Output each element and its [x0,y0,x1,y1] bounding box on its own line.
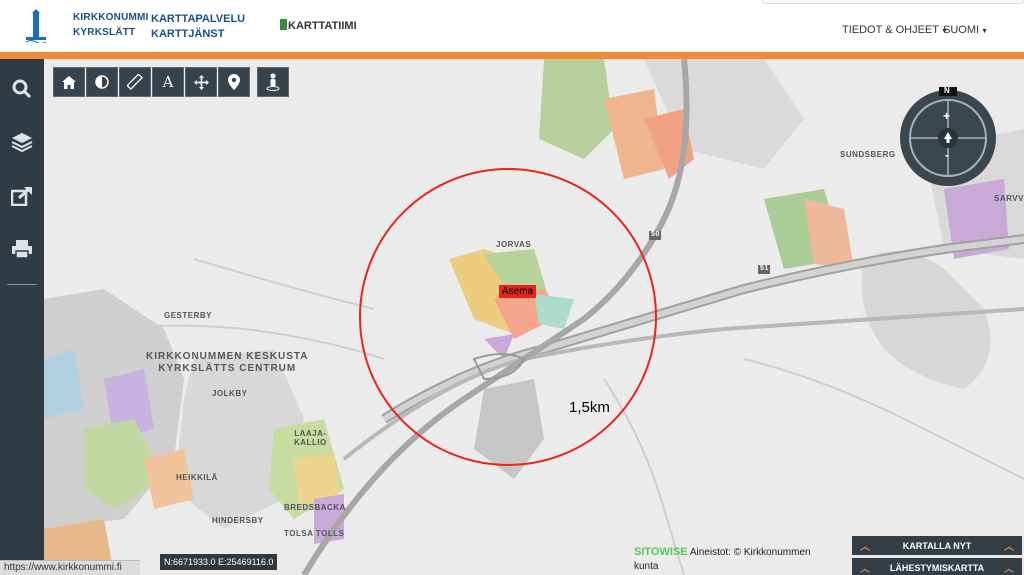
centre-label-sv: KYRKSLÄTTS CENTRUM [158,363,297,374]
place-label-hindersby: HINDERSBY [212,516,264,525]
karttatiimi-logo[interactable]: KARTTATIIMI [280,19,357,32]
chevron-up-icon: ︿ [1004,542,1014,553]
location-button[interactable] [218,67,250,97]
language-menu[interactable]: SUOMI ▼ [943,24,988,36]
place-label-gesterby: GESTERBY [164,311,213,320]
team-label: KARTTATIIMI [288,20,357,32]
place-label-tolsa: TOLSA TOLLS [284,529,345,538]
pan-button[interactable] [185,67,217,97]
place-label-laaja-kallio: LAAJA- KALLIO [294,429,327,447]
layers-icon [11,133,33,152]
road-number-51: 51 [760,265,769,272]
chevron-down-icon: ▼ [981,28,988,35]
header: KIRKKONUMMI KYRKSLÄTT KARTTAPALVELU KART… [0,0,1024,52]
top-scrollbox [762,0,1024,4]
language-menu-label: SUOMI [943,24,980,36]
chevron-up-icon: ︿ [860,542,870,553]
logo-text-fi: KIRKKONUMMI [73,12,149,23]
tower-logo-icon [25,9,47,44]
laaja-line2: KALLIO [294,438,327,447]
print-button[interactable] [7,234,37,264]
zoom-out-button[interactable]: - [945,148,949,162]
search-icon [12,79,32,99]
service-title-fi[interactable]: KARTTAPALVELU [151,13,245,25]
sitowise-logo: SITOWISE [634,546,688,558]
home-icon [62,75,76,89]
logo-text-sv: KYRKSLÄTT [73,27,136,38]
panel-kartalla-nyt[interactable]: ︿ KARTALLA NYT ︿ [852,536,1022,555]
sidebar [0,59,44,575]
search-button[interactable] [7,74,37,104]
status-url: https://www.kirkkonummi.fi [0,560,140,575]
pin-icon [228,74,240,90]
header-accent-bar [0,52,1024,59]
panel-lahestymiskartta-label: LÄHESTYMISKARTTA [889,562,985,573]
street-view-button[interactable] [257,67,289,97]
share-button[interactable] [7,181,37,211]
home-button[interactable] [53,67,85,97]
place-label-bredsbacka: BREDSBACKA [284,503,346,512]
place-label-centre: KIRKKONUMMEN KESKUSTA KYRKSLÄTTS CENTRUM [146,351,308,375]
station-marker[interactable]: Asema [499,285,537,298]
coordinate-readout: N:6671933.0 E:25469116.0 [160,554,278,570]
measure-button[interactable] [119,67,151,97]
info-menu-label: TIEDOT & OHJEET [842,24,939,36]
road-number-50: 50 [651,231,660,238]
panel-kartalla-nyt-label: KARTALLA NYT [902,540,972,551]
centre-label-fi: KIRKKONUMMEN KESKUSTA [146,351,309,362]
panel-lahestymiskartta[interactable]: ︿ LÄHESTYMISKARTTA ︿ [852,558,1022,575]
map-canvas[interactable]: 50 51 JORVAS GESTERBY KIRKKONUMMEN KESKU… [44,59,1024,575]
compass-icon [900,85,996,186]
data-credit: SITOWISE Aineistot: © Kirkkonummen kunta [634,545,834,574]
place-label-sundsberg: SUNDSBERG [840,150,896,159]
street-view-icon [266,73,280,91]
sidebar-divider [7,284,37,285]
text-tool-button[interactable]: A [152,67,184,97]
contrast-button[interactable] [86,67,118,97]
zoom-in-button[interactable]: + [943,109,950,123]
share-icon [11,187,32,206]
chevron-up-icon: ︿ [860,564,870,575]
radius-label: 1,5km [569,399,610,416]
map-navigation-control: N + - [897,85,999,189]
move-icon [193,74,209,90]
info-menu[interactable]: TIEDOT & OHJEET ▼ [842,24,948,36]
text-icon: A [162,73,174,91]
place-label-jorvas: JORVAS [496,240,532,249]
laaja-line1: LAAJA- [294,429,327,438]
chevron-up-icon: ︿ [1004,564,1014,575]
place-label-jolkby: JOLKBY [212,389,248,398]
place-label-sarvvik: SARVVIK [994,194,1024,203]
print-icon [12,240,32,259]
north-indicator[interactable]: N [944,86,950,95]
kirkkonummi-logo[interactable]: KIRKKONUMMI KYRKSLÄTT [25,9,148,45]
map-toolbar: A [53,67,289,97]
measure-icon [127,74,143,90]
service-title-sv[interactable]: KARTTJÄNST [151,28,224,40]
layers-button[interactable] [7,127,37,157]
contrast-icon [95,75,109,89]
tree-icon [280,19,287,30]
place-label-heikkila: HEIKKILÄ [176,473,218,482]
